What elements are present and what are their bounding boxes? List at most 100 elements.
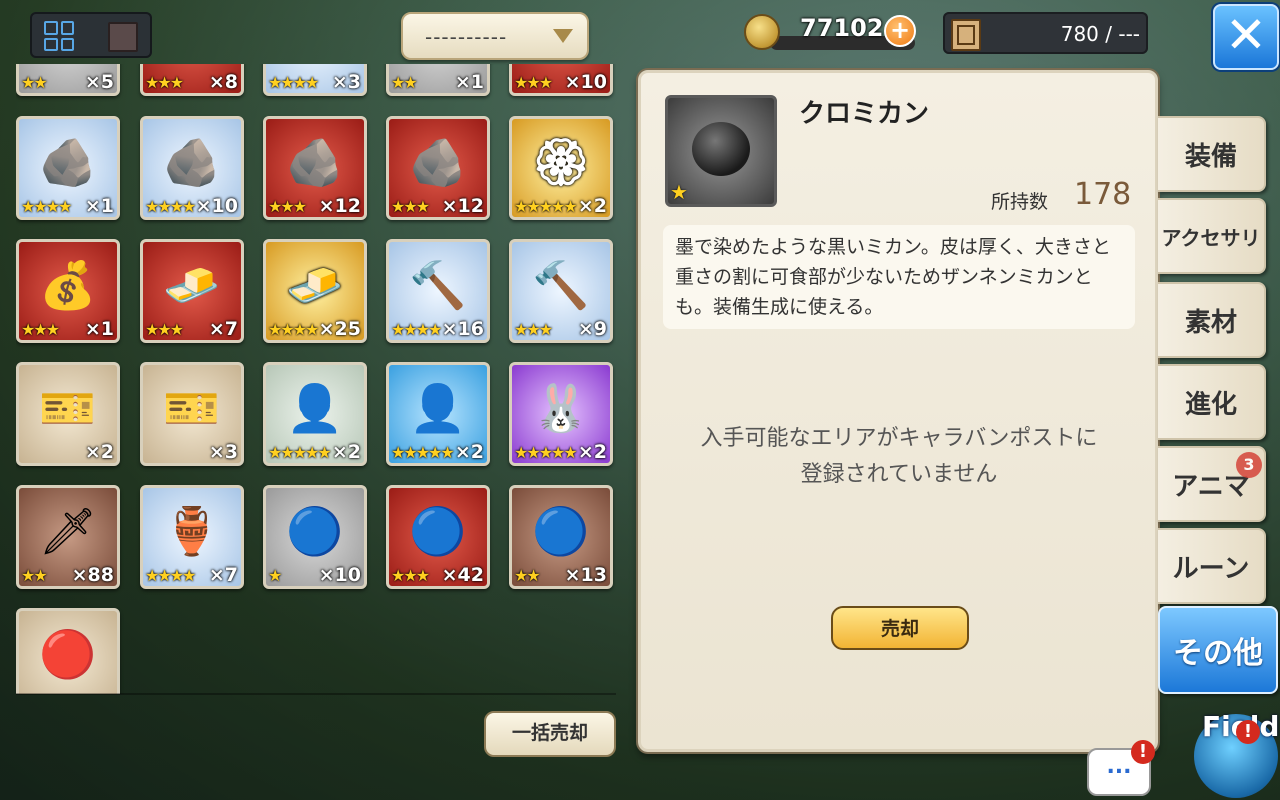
inventory-item[interactable]: 🔨 ★★★ ×9 [509, 239, 613, 343]
owned-label: 所持数 [991, 191, 1049, 213]
silhouette-blue-icon: 👤 [409, 381, 467, 436]
inventory-item[interactable]: 🪨 ★★★ ×12 [263, 116, 367, 220]
item-count: ×12 [318, 195, 361, 217]
filter-value: ---------- [425, 25, 508, 49]
filter-dropdown[interactable]: ---------- [401, 12, 589, 60]
add-gold-button[interactable]: + [884, 15, 916, 47]
blue-gem-brown-icon: 🔵 [532, 504, 590, 559]
view-toggle[interactable] [30, 12, 152, 58]
inventory-item[interactable]: 🎫 ×3 [140, 362, 244, 466]
inventory-item[interactable]: 👤 ★★★★★ ×2 [386, 362, 490, 466]
inventory-item[interactable]: 🔵 ★★★ ×42 [386, 485, 490, 589]
capacity-display: 780 / --- [943, 12, 1148, 54]
blue-rune-stone-icon: 🪨 [39, 135, 97, 190]
rarity-stars: ★ [268, 566, 282, 585]
chat-button[interactable]: ... ! [1087, 740, 1155, 796]
coin-bag-icon: 💰 [39, 258, 97, 313]
inventory-item-partial[interactable]: ★★★ ×8 [140, 64, 244, 96]
close-button[interactable]: ✕ [1213, 4, 1279, 70]
inventory-item[interactable]: 🏵 ★★★★★ ×2 [509, 116, 613, 220]
silhouette-green-icon: 👤 [286, 381, 344, 436]
tab-4[interactable]: アニマ 3 [1158, 446, 1266, 522]
item-count: ×2 [331, 441, 361, 463]
source-line-1: 入手可能なエリアがキャラバンポストに [700, 426, 1098, 451]
tab-0[interactable]: 装備 [1158, 116, 1266, 192]
tab-5[interactable]: ルーン [1158, 528, 1266, 604]
inventory-item-partial[interactable]: ★★★★ ×3 [263, 64, 367, 96]
inventory-item[interactable]: 🧈 ★★★ ×7 [140, 239, 244, 343]
item-count: ×2 [454, 441, 484, 463]
field-button[interactable]: Field ! [1182, 698, 1280, 800]
tab-label: ルーン [1172, 553, 1250, 584]
bulk-sell-button[interactable]: 一括売却 [484, 711, 616, 757]
rarity-stars: ★★★ [145, 320, 184, 339]
blue-rune-stone-icon: 🪨 [163, 135, 221, 190]
rarity-stars: ★★★★★ [514, 443, 578, 462]
rarity-stars: ★★★★ [391, 320, 442, 339]
rarity-stars: ★★ [21, 566, 48, 585]
inventory-grid: ★★ ×5 ★★★ ×8 ★★★★ ×3 ★★ ×1 ★★★ ×10 🪨 ★★★★ ×1 🪨 ★★★★ ×10… [16, 64, 616, 694]
inventory-item[interactable]: 🏺 ★★★★ ×7 [140, 485, 244, 589]
item-count: ×10 [318, 564, 361, 586]
capacity-text: 780 / --- [1060, 22, 1140, 46]
gold-amount: 77102 [800, 14, 884, 42]
boot-rune-stone-icon: 🪨 [286, 135, 344, 190]
blue-gem-icon: 🔵 [286, 504, 344, 559]
rarity-stars: ★★★★★ [391, 443, 455, 462]
item-count: ×1 [84, 318, 114, 340]
item-detail-panel: ★ クロミカン 所持数 178 墨で染めたような黒いミカン。皮は厚く、大きさと重… [638, 70, 1158, 752]
sell-button[interactable]: 売却 [831, 606, 969, 650]
inventory-item[interactable]: 🧈 ★★★★ ×25 [263, 239, 367, 343]
single-view-icon[interactable] [108, 22, 138, 52]
black-mikan-icon [692, 122, 750, 176]
item-description: 墨で染めたような黒いミカン。皮は厚く、大きさと重さの割に可食部が少ないためザンネ… [663, 225, 1135, 329]
tab-3[interactable]: 進化 [1158, 364, 1266, 440]
item-count: ×42 [441, 564, 484, 586]
inventory-item[interactable]: 🔵 ★★ ×13 [509, 485, 613, 589]
source-area-message: 入手可能なエリアがキャラバンポストに 登録されていません [663, 421, 1135, 493]
chat-dots: ... [1106, 754, 1132, 779]
item-count: ×10 [195, 195, 238, 217]
inventory-item[interactable]: 💰 ★★★ ×1 [16, 239, 120, 343]
inventory-item-partial[interactable]: ★★ ×1 [386, 64, 490, 96]
inventory-item-partial[interactable]: ★★★ ×10 [509, 64, 613, 96]
rarity-stars: ★★★ [514, 73, 553, 92]
inventory-item[interactable]: 🎫 ×2 [16, 362, 120, 466]
grid-view-icon[interactable] [44, 21, 74, 51]
tab-label: その他 [1173, 636, 1263, 671]
tab-label: 装備 [1184, 141, 1237, 172]
gold-bar-icon: 🧈 [163, 258, 221, 313]
item-count: ×88 [71, 564, 114, 586]
inventory-item[interactable]: 🪨 ★★★★ ×1 [16, 116, 120, 220]
tab-6[interactable]: その他 [1158, 606, 1278, 694]
tab-label: 素材 [1184, 307, 1237, 338]
inventory-item[interactable]: 👤 ★★★★★ ×2 [263, 362, 367, 466]
field-alert-icon: ! [1236, 720, 1260, 744]
item-count: ×2 [577, 441, 607, 463]
inventory-item[interactable]: 🔴 [16, 608, 120, 694]
inventory-item-partial[interactable]: ★★ ×5 [16, 64, 120, 96]
rarity-stars: ★★★★ [145, 197, 196, 216]
inventory-item[interactable]: 🗡 ★★ ×88 [16, 485, 120, 589]
rarity-stars: ★★★★ [268, 320, 319, 339]
gold-bars-icon: 🧈 [286, 258, 344, 313]
blue-hammer-icon: 🔨 [532, 258, 590, 313]
rarity-stars: ★★★ [391, 566, 430, 585]
inventory-item[interactable]: 🪨 ★★★★ ×10 [140, 116, 244, 220]
rune-stone-icon: 🪨 [409, 135, 467, 190]
tab-1[interactable]: アクセサリ [1158, 198, 1266, 274]
tab-2[interactable]: 素材 [1158, 282, 1266, 358]
golden-orb-icon: 🏵 [531, 135, 591, 190]
inventory-item[interactable]: 🐰 ★★★★★ ×2 [509, 362, 613, 466]
purple-ticket-icon: 🎫 [163, 381, 221, 436]
item-count: ×5 [84, 71, 114, 93]
rarity-stars: ★ [670, 180, 688, 204]
tab-label: 進化 [1184, 389, 1237, 420]
inventory-item[interactable]: 🔵 ★ ×10 [263, 485, 367, 589]
chevron-down-icon [553, 29, 573, 43]
rarity-stars: ★★★★★ [514, 197, 578, 216]
inventory-item[interactable]: 🔨 ★★★★ ×16 [386, 239, 490, 343]
blue-gem-ring-icon: 🔵 [409, 504, 467, 559]
inventory-item[interactable]: 🪨 ★★★ ×12 [386, 116, 490, 220]
source-line-2: 登録されていません [800, 462, 998, 487]
